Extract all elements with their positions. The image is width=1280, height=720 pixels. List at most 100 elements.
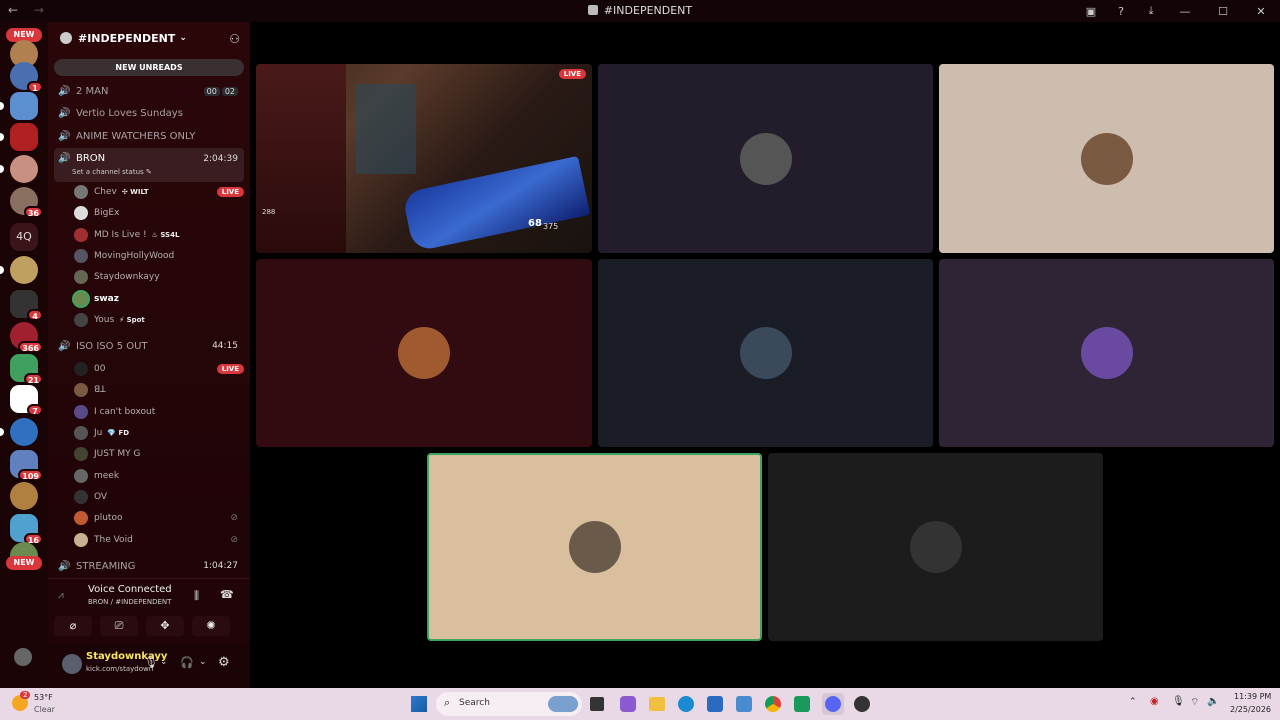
help-icon[interactable]: ? [1106, 5, 1136, 18]
voice-user[interactable]: JUST MY G [74, 444, 244, 464]
app-icon[interactable] [736, 696, 752, 712]
channel-status[interactable]: Set a channel status ✎ [72, 168, 152, 176]
server-icon[interactable]: 21 [10, 354, 43, 385]
voice-user[interactable]: 00 LIVE [74, 359, 244, 379]
edge-icon[interactable] [678, 696, 694, 712]
voice-user[interactable]: OV [74, 487, 244, 507]
voice-user[interactable]: Yous ⚡ Spot [74, 310, 244, 330]
channel-name: 2 MAN [76, 85, 109, 97]
chevron-up-icon[interactable]: ⌃ [1129, 697, 1137, 707]
stream-tile[interactable]: LIVE 288 68 375 [256, 64, 592, 253]
user-name: JUST MY G [94, 449, 141, 459]
start-icon[interactable] [411, 696, 427, 712]
video-tile[interactable] [598, 259, 933, 447]
video-tile[interactable] [768, 453, 1103, 641]
video-tile-speaking[interactable] [427, 453, 762, 641]
server-icon[interactable] [0, 92, 38, 120]
voice-user[interactable]: MD Is Live ! ♨ SS4L [74, 225, 244, 245]
server-icon[interactable]: 1 [10, 62, 43, 93]
user-tag: ♨ SS4L [151, 231, 180, 239]
new-pill-bottom[interactable]: NEW [6, 556, 42, 570]
server-icon[interactable]: 366 [10, 322, 43, 353]
video-tile[interactable] [939, 64, 1274, 253]
chevron-down-icon[interactable]: ⌄ [199, 657, 207, 667]
server-icon[interactable] [0, 256, 38, 284]
clock-date[interactable]: 2/25/2026 [1230, 705, 1271, 714]
server-icon[interactable]: 7 [10, 385, 43, 416]
disconnect-icon[interactable]: ☎ [220, 588, 234, 601]
gear-icon[interactable]: ⚙ [218, 655, 230, 670]
volume-icon[interactable]: 🔈 [1207, 696, 1219, 707]
voice-user[interactable]: swaz [74, 289, 244, 309]
store-icon[interactable] [707, 696, 723, 712]
voice-user[interactable]: plutoo ⊘ [74, 508, 244, 528]
badge: 7 [27, 404, 43, 416]
voice-channel-anime[interactable]: 🔊 ANIME WATCHERS ONLY [54, 126, 244, 146]
voice-user[interactable]: I can't boxout [74, 402, 244, 422]
voice-channel-bron[interactable]: 🔊 BRON 2:04:39 Set a channel status ✎ [54, 148, 244, 182]
voice-channel-streaming[interactable]: 🔊 STREAMING 1:04:27 [54, 556, 244, 576]
noise-suppression-icon[interactable]: ⫼ [194, 589, 199, 603]
discord-icon[interactable] [825, 696, 841, 712]
avatar[interactable] [62, 654, 82, 674]
app-icon-green[interactable] [794, 696, 810, 712]
channel-icon [587, 5, 598, 15]
copilot-icon[interactable] [620, 696, 636, 712]
voice-user[interactable]: ꓭꓕ [74, 380, 244, 400]
user-name: meek [94, 471, 120, 481]
video-tile[interactable] [939, 259, 1274, 447]
user-name: Ju [94, 428, 103, 438]
guild-header[interactable]: #INDEPENDENT ⌄ ⚇ [48, 22, 250, 54]
camera-off-icon[interactable]: ⌀ [54, 616, 92, 636]
soundboard-icon[interactable]: ✺ [192, 616, 230, 636]
server-icon[interactable]: 16 [10, 514, 43, 545]
guild-name: #INDEPENDENT [78, 31, 176, 45]
inbox-icon[interactable]: ▣ [1076, 5, 1106, 18]
server-icon[interactable] [0, 418, 38, 446]
microphone-icon[interactable]: 🎙 [1172, 696, 1185, 707]
voice-user[interactable]: meek [74, 466, 244, 486]
maximize-icon[interactable]: ☐ [1204, 5, 1242, 18]
clock-time[interactable]: 11:39 PM [1234, 692, 1271, 701]
voice-channel-iso[interactable]: 🔊 ISO ISO 5 OUT 44:15 [54, 336, 244, 356]
server-icon[interactable] [0, 123, 38, 151]
tag-text: SS4L [160, 231, 180, 239]
screen-share-icon[interactable]: ⎚ [100, 616, 138, 636]
voice-user[interactable]: The Void ⊘ [74, 530, 244, 550]
voice-user[interactable]: MovingHollyWood [74, 246, 244, 266]
server-icon[interactable] [0, 155, 38, 183]
video-tile[interactable] [598, 64, 933, 253]
voice-channel-vertio[interactable]: 🔊 Vertio Loves Sundays [54, 103, 244, 123]
minimize-icon[interactable]: — [1166, 5, 1204, 18]
close-icon[interactable]: ✕ [1242, 5, 1280, 18]
voice-user[interactable]: Staydownkayy [74, 267, 244, 287]
voice-user[interactable]: BigEx [74, 203, 244, 223]
new-unreads-banner[interactable]: NEW UNREADS [54, 59, 244, 76]
task-view-icon[interactable] [590, 697, 604, 711]
file-explorer-icon[interactable] [649, 697, 665, 711]
voice-location[interactable]: BRON / #INDEPENDENT [88, 598, 171, 606]
server-icon[interactable] [10, 482, 38, 510]
activities-icon[interactable]: ✥ [146, 616, 184, 636]
server-icon[interactable]: 36 [10, 187, 43, 218]
server-text-icon[interactable]: 4Q [10, 223, 38, 251]
invite-icon[interactable]: ⚇ [229, 32, 240, 46]
chrome-icon[interactable] [765, 696, 781, 712]
badge: 4 [27, 309, 43, 321]
tray-app-icon[interactable]: ◉ [1150, 696, 1159, 707]
server-icon[interactable]: 109 [10, 450, 43, 481]
game-curtain [256, 64, 346, 253]
wifi-icon[interactable]: ⌔ [1190, 696, 1199, 709]
server-icon[interactable]: 4 [10, 290, 43, 321]
microphone-icon[interactable]: 🎙 [144, 656, 158, 669]
voice-channel-2man[interactable]: 🔊 2 MAN 00 02 [54, 81, 244, 101]
search-box[interactable]: ⌕ Search [436, 692, 582, 716]
voice-user[interactable]: Chev ✣ WILT LIVE [74, 182, 244, 202]
voice-status[interactable]: Voice Connected [88, 584, 172, 595]
download-icon[interactable]: ⤓ [1136, 4, 1166, 18]
chevron-down-icon[interactable]: ⌄ [160, 657, 168, 667]
video-tile[interactable] [256, 259, 592, 447]
headphones-icon[interactable]: 🎧 [180, 656, 194, 669]
voice-user[interactable]: Ju 💎 FD [74, 423, 244, 443]
steam-icon[interactable] [854, 696, 870, 712]
